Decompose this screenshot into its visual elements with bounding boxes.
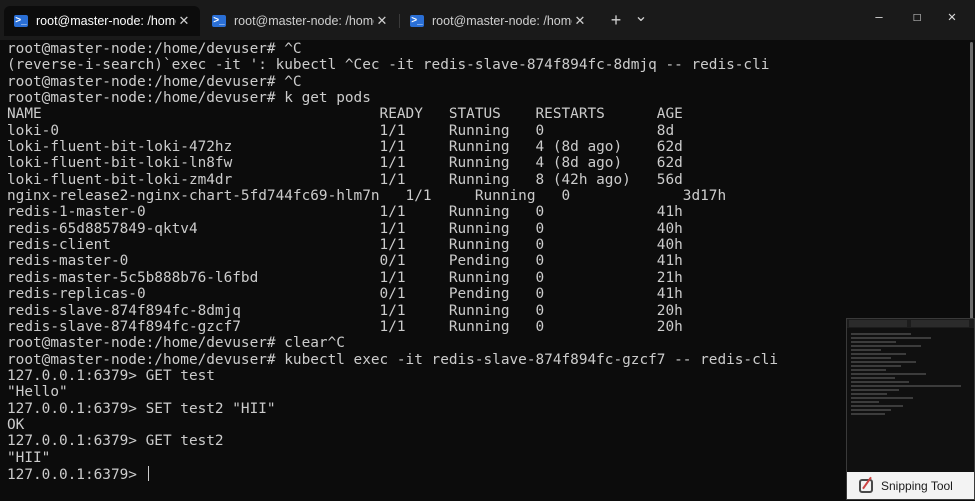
terminal-output[interactable]: root@master-node:/home/devuser# ^C (reve… (7, 40, 967, 501)
snipping-tool-label: Snipping Tool (881, 478, 953, 493)
tab-title: root@master-node: /home/de (432, 14, 572, 28)
terminal-line: redis-master-5c5b888b76-l6fbd 1/1 Runnin… (7, 269, 683, 286)
terminal-line: 127.0.0.1:6379> GET test2 (7, 433, 224, 450)
prompt-line[interactable]: 127.0.0.1:6379> (7, 465, 967, 483)
snipping-tool-preview[interactable]: Snipping Tool (846, 318, 975, 500)
tab-dropdown-button[interactable]: ⌄ (630, 8, 652, 32)
preview-tabs (847, 319, 974, 328)
close-window-button[interactable]: ✕ (929, 0, 975, 34)
snipping-tool-icon (859, 478, 873, 493)
terminal-line: root@master-node:/home/devuser# ^C (7, 41, 302, 57)
close-tab-icon[interactable]: ✕ (176, 13, 192, 29)
title-bar: >_ root@master-node: /home/de ✕ >_ root@… (0, 0, 975, 40)
terminal-line: redis-slave-874f894fc-gzcf7 1/1 Running … (7, 318, 683, 335)
terminal-line: root@master-node:/home/devuser# k get po… (7, 90, 371, 107)
terminal-line: redis-client 1/1 Running 0 40h (7, 237, 683, 254)
terminal-line: redis-1-master-0 1/1 Running 0 41h (7, 204, 683, 221)
terminal-line: root@master-node:/home/devuser# clear^C (7, 335, 345, 352)
terminal-line: loki-fluent-bit-loki-472hz 1/1 Running 4… (7, 139, 683, 156)
close-tab-icon[interactable]: ✕ (374, 13, 390, 29)
powershell-icon: >_ (410, 15, 424, 27)
snipping-tool-bar: Snipping Tool (847, 472, 974, 499)
new-tab-button[interactable]: + (605, 8, 627, 32)
terminal-line: redis-slave-874f894fc-8dmjq 1/1 Running … (7, 302, 683, 319)
terminal-line: (reverse-i-search)`exec -it ': kubectl ^… (7, 57, 770, 74)
terminal-line: "Hello" (7, 384, 68, 401)
tab-title: root@master-node: /home/de (36, 14, 176, 28)
terminal-line: nginx-release2-nginx-chart-5fd744fc69-hl… (7, 188, 727, 205)
tab-3[interactable]: >_ root@master-node: /home/de ✕ (400, 6, 596, 36)
terminal-line: root@master-node:/home/devuser# kubectl … (7, 351, 779, 368)
terminal-line: loki-0 1/1 Running 0 8d (7, 122, 675, 139)
terminal-line: 127.0.0.1:6379> GET test (7, 367, 215, 384)
terminal-line: redis-replicas-0 0/1 Pending 0 41h (7, 286, 683, 303)
close-tab-icon[interactable]: ✕ (572, 13, 588, 29)
terminal-line: OK (7, 416, 25, 433)
powershell-icon: >_ (14, 15, 28, 27)
tab-title: root@master-node: /home/de (234, 14, 374, 28)
terminal-line: loki-fluent-bit-loki-ln8fw 1/1 Running 4… (7, 155, 683, 172)
tab-1[interactable]: >_ root@master-node: /home/de ✕ (4, 6, 200, 36)
terminal-line: 127.0.0.1:6379> (7, 466, 146, 483)
terminal-line: redis-master-0 0/1 Pending 0 41h (7, 253, 683, 270)
text-cursor (147, 465, 149, 481)
powershell-icon: >_ (212, 15, 226, 27)
terminal-line: NAME READY STATUS RESTARTS AGE (7, 106, 683, 123)
terminal-line: "HII" (7, 449, 51, 466)
terminal-line: redis-65d8857849-qktv4 1/1 Running 0 40h (7, 220, 683, 237)
tab-2[interactable]: >_ root@master-node: /home/de ✕ (202, 6, 398, 36)
scrollbar[interactable] (970, 42, 973, 322)
terminal-line: root@master-node:/home/devuser# ^C (7, 73, 302, 90)
terminal-line: loki-fluent-bit-loki-zm4dr 1/1 Running 8… (7, 171, 683, 188)
preview-content (847, 328, 974, 420)
terminal-line: 127.0.0.1:6379> SET test2 "HII" (7, 400, 276, 417)
